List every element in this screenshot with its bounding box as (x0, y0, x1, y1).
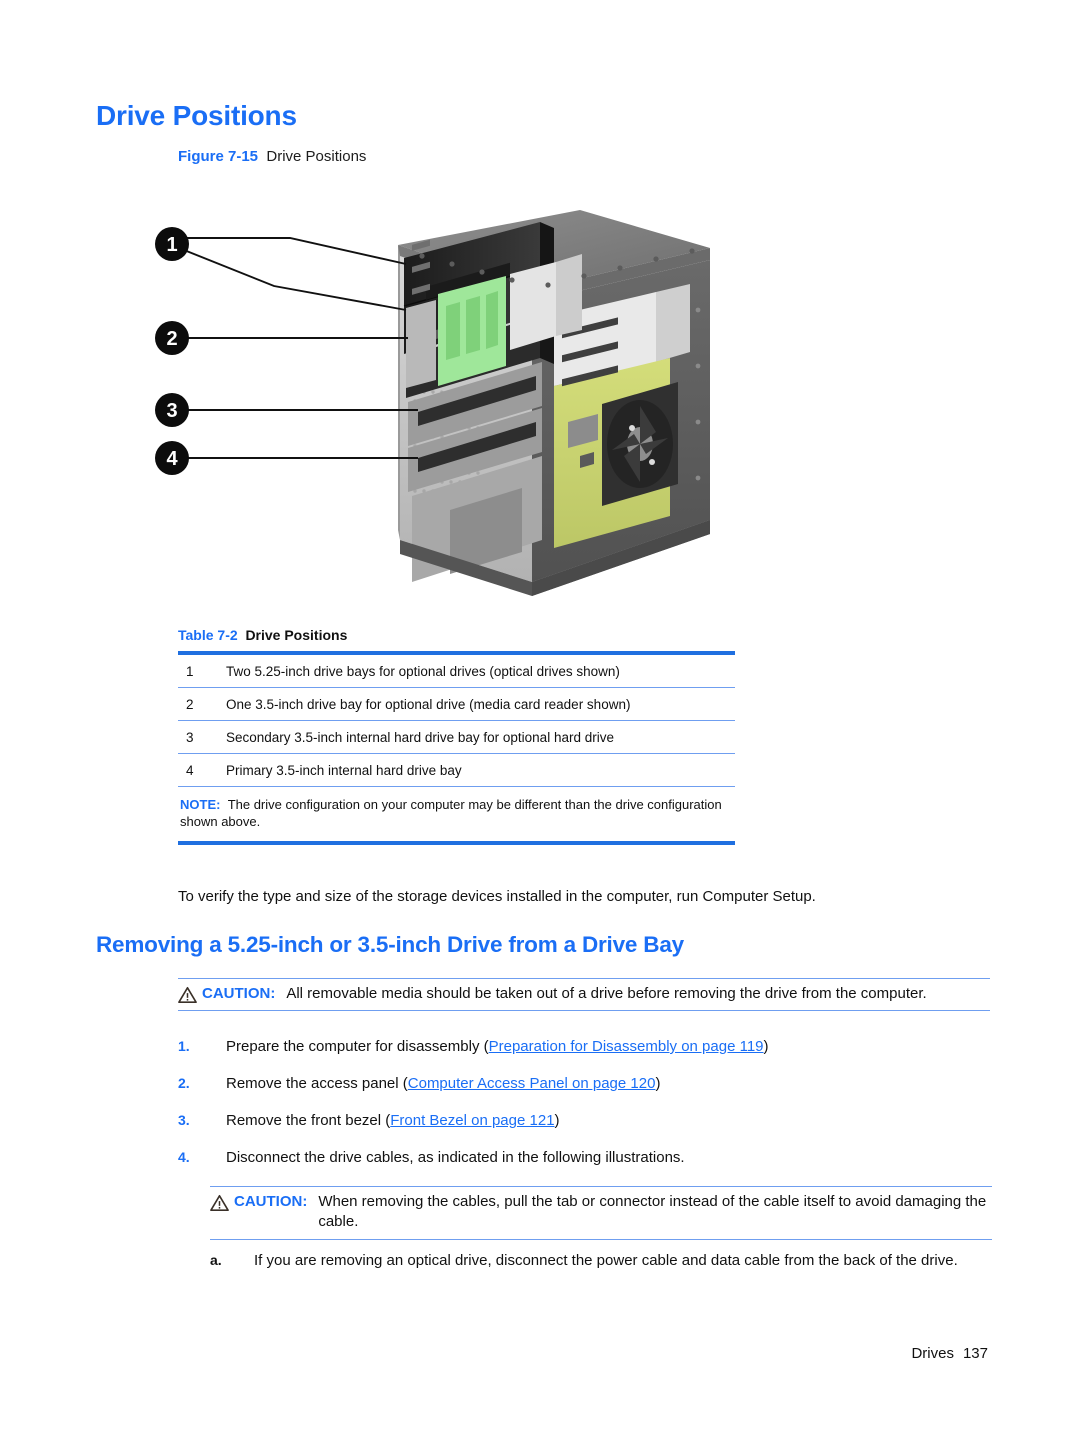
cross-reference-link[interactable]: Preparation for Disassembly on page 119 (489, 1038, 764, 1055)
step-prefix: Remove the front bezel ( (226, 1112, 391, 1129)
caution-body: CAUTION: All removable media should be t… (178, 979, 990, 1010)
step-number: 4. (178, 1149, 190, 1165)
caution-label: CAUTION: (202, 985, 276, 1002)
step-number: 3. (178, 1112, 190, 1128)
step-text: Prepare the computer for disassembly (Pr… (226, 1038, 993, 1055)
caution-bottom-rule (178, 1010, 990, 1012)
warning-triangle-icon (178, 986, 197, 1004)
step-suffix: ) (554, 1112, 560, 1129)
table-row: 3 Secondary 3.5-inch internal hard drive… (178, 721, 735, 753)
table-note: NOTE: The drive configuration on your co… (178, 787, 725, 841)
list-item: 1. Prepare the computer for disassembly … (178, 1038, 993, 1055)
table-row-text: Two 5.25-inch drive bays for optional dr… (226, 664, 620, 679)
computer-chassis-illustration: 1 2 3 4 (150, 190, 730, 605)
sub-step-text: If you are removing an optical drive, di… (254, 1252, 958, 1269)
caution-label: CAUTION: (234, 1193, 308, 1210)
list-item: 4. Disconnect the drive cables, as indic… (178, 1149, 993, 1166)
list-item: 2. Remove the access panel (Computer Acc… (178, 1075, 993, 1092)
footer-page-number: 137 (962, 1345, 988, 1362)
drive-positions-table: Table 7-2 Drive Positions 1 Two 5.25-inc… (178, 627, 735, 845)
figure-title: Drive Positions (266, 148, 367, 165)
callout-markers: 1 2 3 4 (155, 227, 189, 475)
table-row: 1 Two 5.25-inch drive bays for optional … (178, 655, 735, 687)
warning-triangle-icon (210, 1194, 229, 1212)
cross-reference-link[interactable]: Front Bezel on page 121 (390, 1112, 554, 1129)
table-row-number: 2 (186, 697, 194, 712)
table-row-text: Secondary 3.5-inch internal hard drive b… (226, 730, 614, 745)
step-text: Remove the access panel (Computer Access… (226, 1075, 993, 1092)
table-caption: Table 7-2 Drive Positions (178, 627, 735, 643)
figure-number: Figure 7-15 (178, 148, 259, 165)
step-text: Remove the front bezel (Front Bezel on p… (226, 1112, 993, 1129)
table-bottom-rule (178, 840, 735, 845)
document-page: Drive Positions Figure 7-15 Drive Positi… (0, 0, 1080, 1437)
svg-text:4: 4 (166, 448, 178, 470)
table-row-text: One 3.5-inch drive bay for optional driv… (226, 697, 631, 712)
table-row: 2 One 3.5-inch drive bay for optional dr… (178, 688, 735, 720)
table-row-number: 3 (186, 730, 194, 745)
cross-reference-link[interactable]: Computer Access Panel on page 120 (408, 1075, 656, 1092)
table-number: Table 7-2 (178, 627, 238, 643)
caution-bottom-rule (210, 1238, 992, 1240)
removal-steps-list: 1. Prepare the computer for disassembly … (178, 1038, 993, 1186)
note-label: NOTE: (180, 797, 221, 812)
caution-body: CAUTION: When removing the cables, pull … (210, 1187, 992, 1239)
caution-notice-removable-media: CAUTION: All removable media should be t… (178, 978, 990, 1012)
step-prefix: Remove the access panel ( (226, 1075, 408, 1092)
step-prefix: Prepare the computer for disassembly ( (226, 1038, 489, 1055)
caution-text: When removing the cables, pull the tab o… (318, 1193, 987, 1231)
section-heading: Removing a 5.25-inch or 3.5-inch Drive f… (96, 932, 684, 957)
table-row-text: Primary 3.5-inch internal hard drive bay (226, 763, 462, 778)
page-title: Drive Positions (96, 100, 297, 131)
note-text: The drive configuration on your computer… (180, 797, 722, 830)
step-number: 1. (178, 1038, 190, 1054)
svg-text:2: 2 (166, 328, 177, 350)
figure-caption: Figure 7-15 Drive Positions (178, 148, 366, 165)
list-item: 3. Remove the front bezel (Front Bezel o… (178, 1112, 993, 1129)
sub-step-a: a. If you are removing an optical drive,… (210, 1251, 1000, 1272)
step-number: 2. (178, 1075, 190, 1091)
page-footer: Drives 137 (911, 1345, 988, 1362)
table-row-number: 4 (186, 763, 194, 778)
table-row: 4 Primary 3.5-inch internal hard drive b… (178, 754, 735, 786)
svg-text:3: 3 (166, 400, 177, 422)
verify-storage-paragraph: To verify the type and size of the stora… (178, 888, 816, 905)
step-text: Disconnect the drive cables, as indicate… (226, 1149, 685, 1166)
table-row-number: 1 (186, 664, 194, 679)
footer-chapter: Drives (911, 1345, 954, 1362)
table-title: Drive Positions (245, 627, 348, 643)
step-suffix: ) (655, 1075, 661, 1092)
svg-text:1: 1 (166, 234, 177, 256)
step-suffix: ) (763, 1038, 769, 1055)
caution-text: All removable media should be taken out … (286, 985, 927, 1002)
caution-notice-cable-handling: CAUTION: When removing the cables, pull … (210, 1186, 992, 1240)
sub-step-number: a. (210, 1252, 222, 1268)
